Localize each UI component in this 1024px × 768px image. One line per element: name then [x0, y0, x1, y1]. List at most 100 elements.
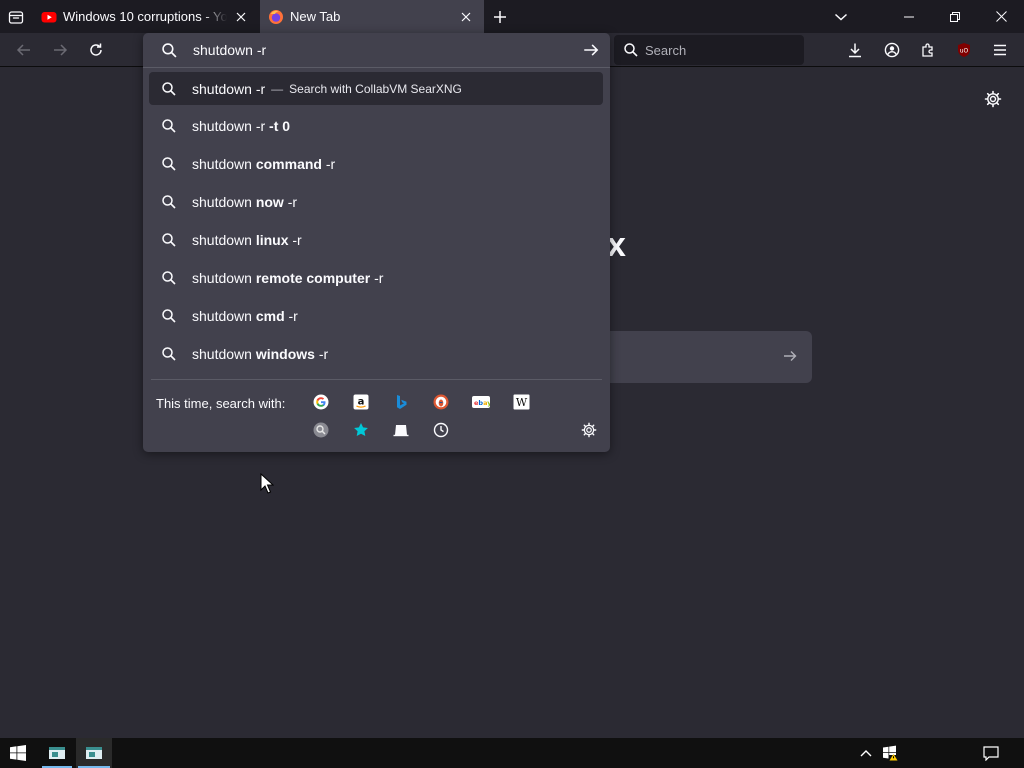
bookmarks-search-button[interactable]: [350, 419, 372, 441]
engine-ebay-button[interactable]: ebay: [470, 391, 492, 413]
close-icon: [461, 12, 471, 21]
result-prefix: shutdown -r: [192, 118, 270, 134]
close-icon: [236, 12, 246, 21]
result-bold: remote computer: [255, 270, 371, 286]
search-icon: [162, 233, 176, 247]
result-prefix: shutdown: [192, 270, 256, 286]
close-icon: [995, 11, 1007, 22]
engine-bing-button[interactable]: [390, 391, 412, 413]
reload-icon: [90, 43, 102, 56]
restore-icon: [950, 11, 960, 22]
urlbar-result-row[interactable]: shutdown linux -r: [149, 221, 603, 259]
urlbar-result-row[interactable]: shutdown command -r: [149, 145, 603, 183]
tab-strip: Windows 10 corruptions - YouTube New Tab: [0, 0, 1024, 33]
result-prefix: shutdown: [192, 156, 256, 172]
engine-searxng-button[interactable]: [310, 419, 332, 441]
result-suffix: -r: [288, 232, 302, 248]
back-button[interactable]: [8, 33, 40, 67]
search-placeholder: Search: [645, 42, 687, 58]
google-icon: [313, 394, 329, 410]
urlbar-input-row: [143, 33, 610, 67]
result-separator: —: [271, 81, 284, 96]
puzzle-piece-icon: [922, 43, 933, 57]
windows-taskbar: [0, 738, 1024, 768]
urlbar-result-row[interactable]: shutdown remote computer -r: [149, 259, 603, 297]
action-center-button[interactable]: [976, 738, 1006, 768]
arrow-right-icon: [584, 44, 599, 56]
result-suffix: -r: [283, 194, 298, 210]
restore-button[interactable]: [932, 0, 978, 33]
extensions-button[interactable]: [912, 33, 944, 67]
result-suffix: -r: [370, 270, 384, 286]
urlbar-result-row[interactable]: shutdown now -r: [149, 183, 603, 221]
urlbar-divider: [143, 67, 610, 68]
tabs-search-button[interactable]: [390, 419, 412, 441]
tab-youtube[interactable]: Windows 10 corruptions - YouTube: [33, 0, 259, 33]
gear-icon: [984, 90, 1002, 108]
windows-logo-icon: [10, 745, 26, 761]
new-tab-button[interactable]: [486, 0, 514, 33]
bing-icon: [397, 395, 407, 409]
firefox-view-button[interactable]: [0, 0, 32, 33]
history-search-button[interactable]: [430, 419, 452, 441]
search-icon: [162, 347, 176, 361]
tab-close-button[interactable]: [233, 9, 249, 25]
taskbar-app-1[interactable]: [40, 738, 74, 768]
search-settings-button[interactable]: [578, 419, 600, 441]
oneoff-divider: [151, 379, 602, 380]
mouse-cursor-icon: [260, 473, 274, 494]
app-menu-button[interactable]: [984, 33, 1016, 67]
list-all-tabs-button[interactable]: [826, 0, 856, 33]
result-suffix: -r: [314, 346, 329, 362]
search-icon: [162, 271, 176, 285]
tab-title: New Tab: [290, 9, 341, 24]
urlbar-go-button[interactable]: [582, 41, 600, 59]
search-submit-arrow-icon[interactable]: [782, 348, 798, 369]
toolbar-search-box[interactable]: Search: [614, 35, 804, 65]
tab-close-button[interactable]: [458, 9, 474, 25]
urlbar-result-row[interactable]: shutdown -r -t 0: [149, 107, 603, 145]
result-suffix: -r: [321, 156, 336, 172]
notification-icon: [983, 746, 999, 761]
urlbar-result-row[interactable]: shutdown cmd -r: [149, 297, 603, 335]
gear-icon: [581, 422, 597, 438]
urlbar-input[interactable]: [193, 42, 573, 58]
newtab-settings-button[interactable]: [980, 86, 1006, 112]
windows-security-warning-icon: [883, 745, 898, 761]
urlbar-result-row[interactable]: shutdown windows -r: [149, 335, 603, 373]
searxng-icon: [313, 422, 329, 438]
result-bold: windows: [255, 346, 315, 362]
engine-wikipedia-button[interactable]: W: [510, 391, 532, 413]
taskbar-app-2[interactable]: [76, 738, 112, 768]
account-button[interactable]: [876, 33, 908, 67]
tab-new-tab[interactable]: New Tab: [260, 0, 484, 33]
ublock-origin-button[interactable]: uO: [948, 33, 980, 67]
result-prefix: shutdown: [192, 308, 256, 324]
start-button[interactable]: [0, 738, 36, 768]
security-tray-button[interactable]: [878, 738, 902, 768]
urlbar-popup: shutdown -r — Search with CollabVM SearX…: [143, 33, 610, 452]
engine-amazon-button[interactable]: a: [350, 391, 372, 413]
result-prefix: shutdown: [192, 194, 256, 210]
search-icon: [162, 42, 177, 58]
downloads-button[interactable]: [839, 33, 871, 67]
result-bold: cmd: [255, 308, 285, 324]
search-icon: [162, 195, 176, 209]
firefox-view-icon: [8, 10, 24, 24]
svg-text:ebay: ebay: [474, 399, 490, 407]
show-hidden-icons-button[interactable]: [854, 738, 878, 768]
back-arrow-icon: [16, 44, 30, 56]
search-icon: [162, 309, 176, 323]
close-window-button[interactable]: [978, 0, 1024, 33]
engine-google-button[interactable]: [310, 391, 332, 413]
ublock-origin-icon: uO: [958, 43, 970, 57]
reload-button[interactable]: [80, 33, 112, 67]
minimize-button[interactable]: [886, 0, 932, 33]
svg-text:W: W: [515, 396, 527, 409]
chevron-up-icon: [860, 750, 872, 757]
engine-duckduckgo-button[interactable]: [430, 391, 452, 413]
minimize-icon: [904, 16, 914, 17]
app-window-icon: [86, 747, 102, 759]
forward-button[interactable]: [44, 33, 76, 67]
urlbar-result-row[interactable]: shutdown -r — Search with CollabVM SearX…: [149, 72, 603, 105]
